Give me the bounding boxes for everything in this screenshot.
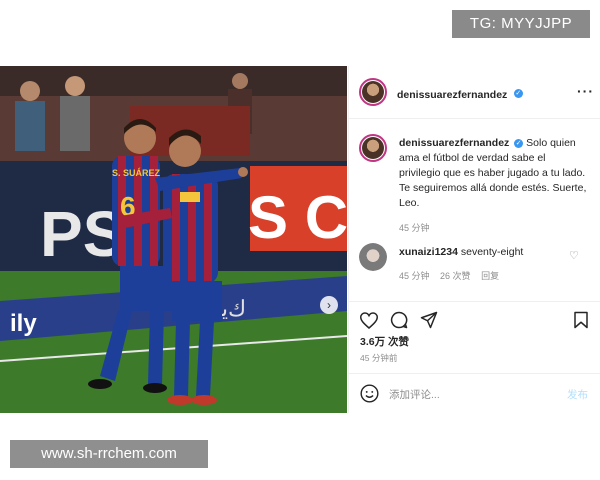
post-photo[interactable]: PS S CU ily ﻙﻳﻠﻢ S. SUÁREZ 6 [0, 66, 347, 413]
verified-badge-icon: ✓ [513, 89, 523, 99]
send-icon[interactable] [420, 311, 438, 329]
more-options-button[interactable]: ··· [577, 83, 594, 99]
post-comment-button[interactable]: 发布 [567, 387, 588, 402]
chevron-right-icon: › [327, 298, 331, 312]
add-comment-bar: 添加评论... 发布 [349, 373, 600, 414]
comment-reply-button[interactable]: 回复 [481, 271, 499, 281]
svg-text:S. SUÁREZ: S. SUÁREZ [112, 168, 161, 178]
svg-text:ily: ily [10, 310, 37, 337]
watermark-top: TG: MYYJJPP [452, 10, 590, 38]
emoji-icon[interactable] [360, 384, 379, 403]
heart-icon[interactable] [360, 312, 378, 329]
photo-scene: PS S CU ily ﻙﻳﻠﻢ S. SUÁREZ 6 [0, 66, 347, 413]
caption-avatar[interactable] [359, 134, 387, 162]
verified-badge-icon: ✓ [514, 138, 524, 148]
comment-icon[interactable] [390, 311, 408, 329]
post-caption: denissuarezfernandez ✓ Solo quien ama el… [399, 136, 589, 236]
like-count[interactable]: 3.6万 次赞 [360, 334, 409, 349]
author-avatar[interactable] [359, 78, 387, 106]
caption-time[interactable]: 45 分钟 [399, 221, 589, 236]
comment-like-button[interactable]: ♡ [569, 249, 579, 262]
author-username[interactable]: denissuarezfernandez [397, 89, 507, 101]
comment-input[interactable]: 添加评论... [389, 387, 440, 402]
more-dots-icon: ··· [577, 83, 594, 99]
heart-outline-icon: ♡ [569, 250, 579, 262]
comment-time[interactable]: 45 分钟 [399, 271, 430, 281]
commenter-username[interactable]: xunaizi1234 [399, 246, 458, 258]
watermark-bottom: www.sh-rrchem.com [10, 440, 208, 468]
comment: xunaizi1234 seventy-eight [399, 246, 523, 258]
post-detail-pane: denissuarezfernandez ✓ ··· denissuarezfe… [348, 66, 600, 413]
comment-meta: 45 分钟 26 次赞 回复 [399, 269, 499, 282]
post-header: denissuarezfernandez ✓ ··· [349, 66, 600, 119]
svg-text:S CU: S CU [248, 184, 347, 251]
bookmark-icon[interactable] [573, 311, 589, 329]
commenter-avatar[interactable] [359, 243, 387, 271]
comment-text: seventy-eight [460, 246, 524, 258]
post-timestamp[interactable]: 45 分钟前 [360, 352, 397, 364]
caption-username[interactable]: denissuarezfernandez [399, 137, 509, 149]
next-photo-button[interactable]: › [320, 296, 338, 314]
comment-likes[interactable]: 26 次赞 [440, 271, 471, 281]
